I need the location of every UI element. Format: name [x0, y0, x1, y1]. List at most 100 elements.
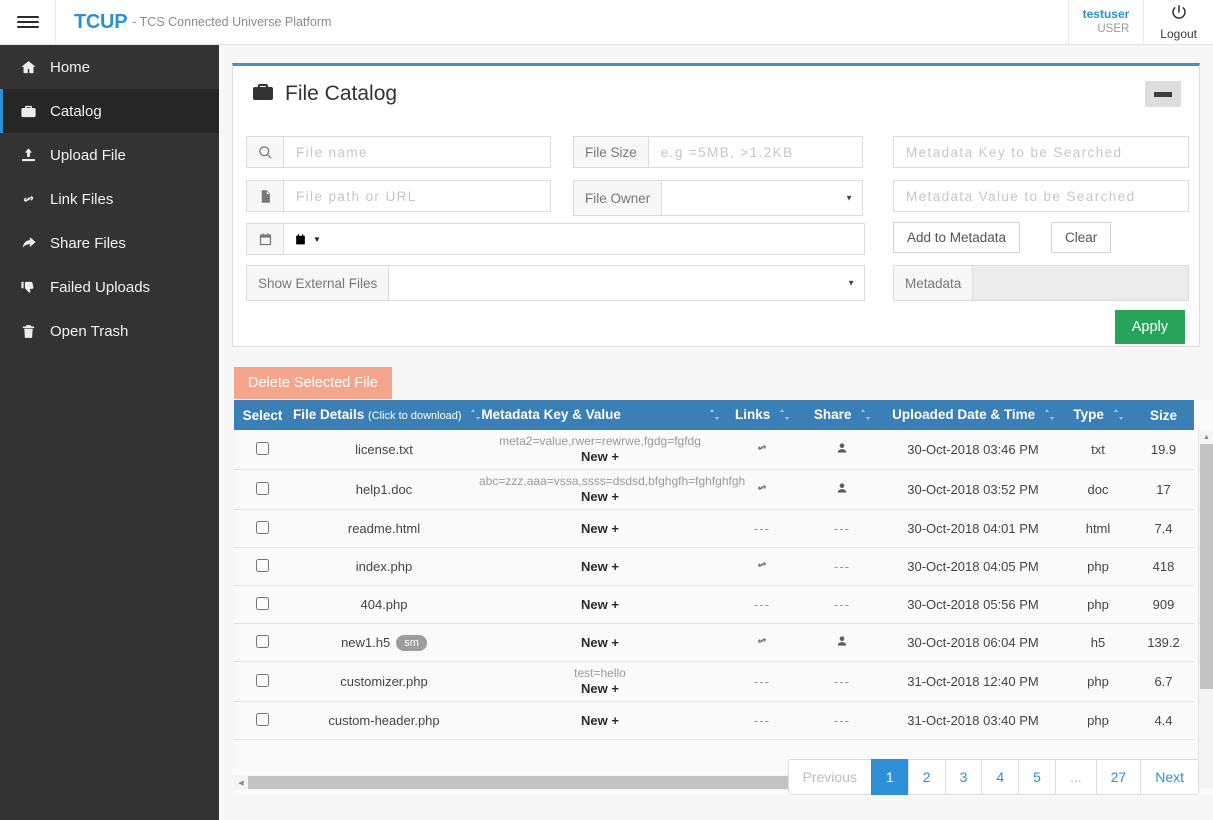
- pagination-page-4[interactable]: 4: [981, 759, 1019, 795]
- sort-icon[interactable]: [471, 408, 481, 423]
- row-type: doc: [1063, 469, 1133, 510]
- show-external-files-select[interactable]: [389, 265, 865, 301]
- row-checkbox[interactable]: [256, 441, 269, 455]
- search-input[interactable]: [284, 136, 551, 168]
- link-icon[interactable]: [755, 636, 769, 651]
- pagination-previous[interactable]: Previous: [787, 759, 871, 795]
- minimize-icon[interactable]: [1145, 81, 1181, 107]
- column-links[interactable]: Links: [723, 400, 801, 430]
- sort-icon[interactable]: [861, 408, 871, 423]
- row-checkbox[interactable]: [256, 712, 269, 726]
- pagination-page-2[interactable]: 2: [907, 759, 945, 795]
- pagination-last-page[interactable]: 27: [1095, 759, 1141, 795]
- vertical-scrollbar[interactable]: ▲: [1198, 430, 1213, 788]
- apply-button[interactable]: Apply: [1114, 310, 1185, 344]
- add-metadata-link[interactable]: New +: [479, 635, 721, 651]
- add-metadata-link[interactable]: New +: [479, 597, 721, 613]
- row-checkbox[interactable]: [256, 596, 269, 610]
- row-share-empty: ---: [834, 674, 850, 689]
- pagination-page-1[interactable]: 1: [870, 759, 908, 795]
- row-size: 4.4: [1133, 701, 1194, 740]
- clear-button[interactable]: Clear: [1051, 222, 1112, 253]
- user-info[interactable]: testuser USER: [1067, 0, 1144, 44]
- row-metadata-cell: abc=zzz,aaa=vssa,ssss=dsdsd,bfghgfh=fghf…: [477, 469, 745, 510]
- thumbs-down-icon: [20, 279, 50, 296]
- sidebar-item-link-files[interactable]: Link Files: [0, 177, 219, 221]
- user-icon[interactable]: [835, 483, 849, 498]
- delete-selected-file-button[interactable]: Delete Selected File: [234, 367, 392, 399]
- sort-icon[interactable]: [1044, 408, 1054, 423]
- row-select-cell: [234, 469, 291, 510]
- file-size-field-group: File Size: [573, 136, 863, 168]
- row-share-cell: [801, 469, 883, 510]
- row-file-name[interactable]: 404.php: [291, 585, 477, 624]
- row-type: php: [1063, 701, 1133, 740]
- brand[interactable]: TCUP - TCS Connected Universe Platform: [56, 0, 331, 44]
- row-file-name[interactable]: custom-header.php: [291, 701, 477, 740]
- column-file-details[interactable]: File Details (Click to download): [291, 400, 481, 430]
- file-owner-select[interactable]: [662, 180, 863, 216]
- pagination-page-3[interactable]: 3: [944, 759, 982, 795]
- add-metadata-link[interactable]: New +: [479, 681, 721, 697]
- row-checkbox[interactable]: [256, 634, 269, 648]
- table-row: readme.html New + --- --- 30-Oct-2018 04:01 …: [234, 509, 1194, 548]
- file-size-input[interactable]: [648, 136, 863, 168]
- file-path-input[interactable]: [284, 180, 551, 212]
- row-checkbox[interactable]: [256, 558, 269, 572]
- metadata-key-input[interactable]: [893, 136, 1189, 168]
- link-icon[interactable]: [755, 560, 769, 575]
- column-sublabel: (Click to download): [368, 410, 462, 422]
- sort-icon[interactable]: [1113, 408, 1123, 423]
- pagination-page-5[interactable]: 5: [1018, 759, 1055, 795]
- sort-icon[interactable]: [780, 408, 790, 423]
- column-size[interactable]: Size: [1133, 400, 1194, 430]
- vertical-scroll-thumb[interactable]: [1200, 444, 1213, 689]
- row-checkbox[interactable]: [256, 481, 269, 495]
- sidebar-item-home[interactable]: Home: [0, 45, 219, 89]
- scroll-up-arrow-icon[interactable]: ▲: [1199, 430, 1213, 444]
- add-metadata-link[interactable]: New +: [479, 713, 721, 729]
- add-to-metadata-button[interactable]: Add to Metadata: [893, 222, 1021, 253]
- home-icon: [20, 59, 50, 76]
- file-path-field-group: [246, 180, 551, 212]
- row-file-name[interactable]: index.php: [291, 547, 477, 586]
- sidebar-item-share-files[interactable]: Share Files: [0, 221, 219, 265]
- power-icon: [1170, 3, 1188, 26]
- row-file-name[interactable]: help1.doc: [291, 469, 477, 510]
- add-metadata-link[interactable]: New +: [479, 449, 721, 465]
- brand-logo: TCUP: [74, 10, 128, 33]
- share-arrow-icon: [20, 235, 50, 252]
- logout-button[interactable]: Logout: [1143, 0, 1213, 44]
- add-metadata-link[interactable]: New +: [479, 489, 721, 505]
- table-row: index.php New + --- 30-Oct-2018 04:05 PM php…: [234, 547, 1194, 586]
- sidebar-item-upload-file[interactable]: Upload File: [0, 133, 219, 177]
- row-checkbox[interactable]: [256, 520, 269, 534]
- sidebar-item-label: Open Trash: [50, 322, 129, 340]
- date-range-picker[interactable]: ▼: [284, 223, 865, 255]
- scroll-left-arrow-icon[interactable]: ◀: [234, 775, 248, 790]
- row-checkbox[interactable]: [256, 673, 269, 687]
- user-icon[interactable]: [835, 443, 849, 458]
- add-metadata-link[interactable]: New +: [479, 559, 721, 575]
- row-links-empty: ---: [754, 521, 770, 536]
- sort-icon[interactable]: [709, 408, 719, 423]
- add-metadata-link[interactable]: New +: [479, 521, 721, 537]
- sidebar-item-open-trash[interactable]: Open Trash: [0, 309, 219, 353]
- hamburger-menu-icon[interactable]: [0, 0, 56, 44]
- row-file-name[interactable]: readme.html: [291, 509, 477, 548]
- row-metadata-cell: New +: [477, 547, 723, 586]
- row-file-name[interactable]: new1.h5 sm: [291, 623, 477, 662]
- row-file-name[interactable]: license.txt: [291, 430, 477, 470]
- row-file-name[interactable]: customizer.php: [291, 661, 477, 702]
- sidebar-item-catalog[interactable]: Catalog: [0, 89, 219, 133]
- column-metadata[interactable]: Metadata Key & Value: [477, 400, 723, 430]
- pagination-next[interactable]: Next: [1140, 759, 1199, 795]
- column-uploaded[interactable]: Uploaded Date & Time: [883, 400, 1063, 430]
- user-icon[interactable]: [835, 636, 849, 651]
- sidebar-item-failed-uploads[interactable]: Failed Uploads: [0, 265, 219, 309]
- column-share[interactable]: Share: [801, 400, 883, 430]
- link-icon[interactable]: [755, 483, 769, 498]
- column-type[interactable]: Type: [1063, 400, 1133, 430]
- link-icon[interactable]: [755, 443, 769, 458]
- metadata-value-input[interactable]: [893, 180, 1189, 212]
